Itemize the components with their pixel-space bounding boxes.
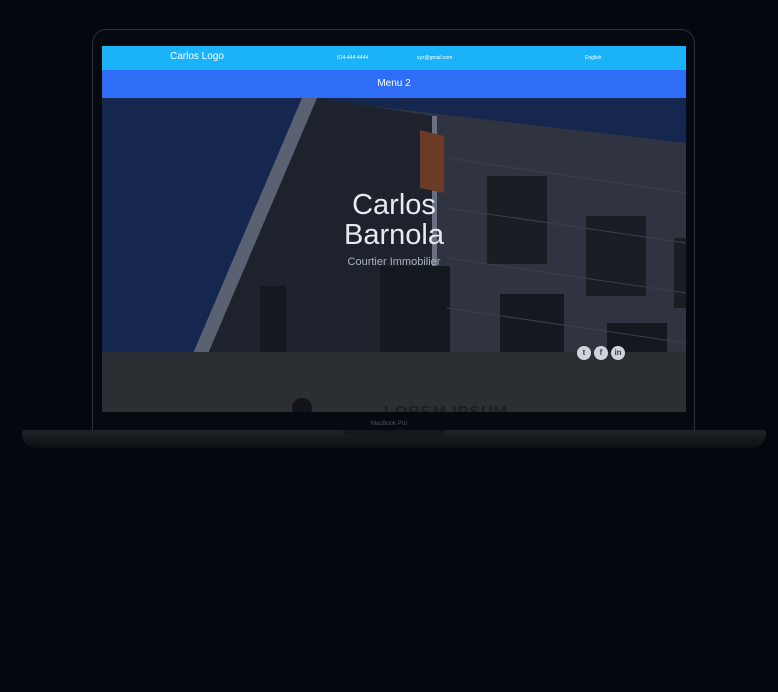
device-model-label: MacBook Pro [370,421,407,427]
twitter-icon[interactable]: t [577,346,591,360]
laptop-notch [343,430,445,436]
phone-number[interactable]: 514-444-4444 [337,55,368,61]
menu-bar: Menu 2 [102,70,686,98]
language-selector[interactable]: English [585,55,601,61]
facebook-icon[interactable]: f [594,346,608,360]
site-logo[interactable]: Carlos Logo [170,51,224,62]
top-bar: Carlos Logo 514-444-4444 xyz@gmail.com E… [102,46,686,70]
linkedin-icon[interactable]: in [611,346,625,360]
hero-banner: Carlos Barnola Courtier Immobilier [102,98,686,356]
hero-title-line-2: Barnola [344,219,444,251]
section-title: LOREM IPSUM [384,404,508,412]
agent-avatar [292,398,312,412]
about-section: LOREM IPSUM [102,352,686,412]
hero-title: Carlos Barnola [102,190,686,250]
hero-subtitle: Courtier Immobilier [347,256,441,268]
hero-title-line-1: Carlos [352,189,436,221]
laptop-screen: Carlos Logo 514-444-4444 xyz@gmail.com E… [102,46,686,412]
email-address[interactable]: xyz@gmail.com [417,55,452,61]
social-links: t f in [577,346,625,360]
menu-item[interactable]: Menu 2 [377,78,410,89]
